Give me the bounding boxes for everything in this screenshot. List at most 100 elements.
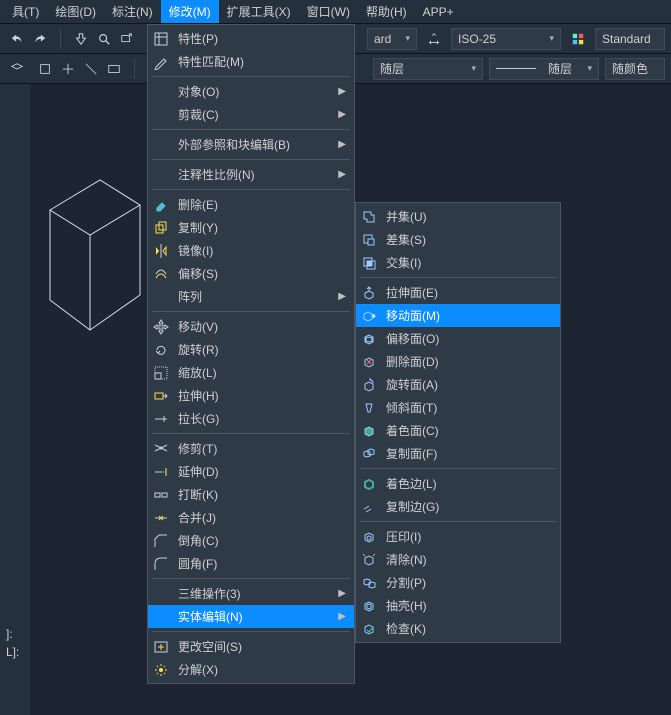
menu-item-subtract[interactable]: 差集(S) bbox=[356, 228, 560, 251]
menu-item-movef[interactable]: 移动面(M) bbox=[356, 304, 560, 327]
menu-item-deletef[interactable]: 删除面(D) bbox=[356, 350, 560, 373]
layer1-value: 随层 bbox=[380, 60, 404, 77]
menu-item-offsetf[interactable]: 偏移面(O) bbox=[356, 327, 560, 350]
menubar-item[interactable]: 标注(N) bbox=[104, 0, 161, 23]
redo-button[interactable] bbox=[29, 28, 51, 50]
text-style-dropdown[interactable]: Standard bbox=[595, 28, 665, 50]
menu-divider bbox=[360, 277, 556, 278]
menu-item-extend[interactable]: 延伸(D) bbox=[148, 460, 354, 483]
deletef-icon bbox=[360, 353, 378, 371]
color-dropdown[interactable]: 随颜色 bbox=[605, 58, 665, 80]
menubar-item[interactable]: 帮助(H) bbox=[358, 0, 415, 23]
menu-item-rotate[interactable]: 旋转(R) bbox=[148, 338, 354, 361]
menu-item-join[interactable]: 合并(J) bbox=[148, 506, 354, 529]
menu-item-rotatef[interactable]: 旋转面(A) bbox=[356, 373, 560, 396]
menu-divider bbox=[152, 578, 350, 579]
menu-item-label: 镜像(I) bbox=[178, 242, 346, 259]
menu-item-colore[interactable]: 着色边(L) bbox=[356, 472, 560, 495]
menubar-item[interactable]: 具(T) bbox=[4, 0, 47, 23]
menu-item-shell[interactable]: 抽壳(H) bbox=[356, 594, 560, 617]
modify-menu[interactable]: 特性(P) 特性匹配(M) 对象(O)▶剪裁(C)▶ 外部参照和块编辑(B)▶ 注释性比… bbox=[147, 24, 355, 684]
menu-item-taperf[interactable]: 倾斜面(T) bbox=[356, 396, 560, 419]
menu-item-union[interactable]: 并集(U) bbox=[356, 205, 560, 228]
menu-item-clean[interactable]: 清除(N) bbox=[356, 548, 560, 571]
menubar-item[interactable]: APP+ bbox=[415, 2, 462, 22]
menu-item-lengthen[interactable]: 拉长(G) bbox=[148, 407, 354, 430]
menu-item-label: 旋转(R) bbox=[178, 341, 346, 358]
menu-item-外部参照和块编辑(B)[interactable]: 外部参照和块编辑(B)▶ bbox=[148, 133, 354, 156]
wireframe-cube bbox=[30, 170, 150, 340]
menu-item-实体编辑(N)[interactable]: 实体编辑(N)▶ bbox=[148, 605, 354, 628]
pan-button[interactable] bbox=[70, 28, 92, 50]
menu-item-properties[interactable]: 特性(P) bbox=[148, 27, 354, 50]
solid-edit-submenu[interactable]: 并集(U)差集(S)交集(I) 拉伸面(E)移动面(M)偏移面(O)删除面(D)旋… bbox=[355, 202, 561, 643]
menu-item-三维操作(3)[interactable]: 三维操作(3)▶ bbox=[148, 582, 354, 605]
tb2-a[interactable] bbox=[34, 58, 56, 80]
command-line: ]: L]: bbox=[6, 625, 19, 661]
menu-item-chspace[interactable]: 更改空间(S) bbox=[148, 635, 354, 658]
menu-item-chamfer[interactable]: 倒角(C) bbox=[148, 529, 354, 552]
menu-item-stretch[interactable]: 拉伸(H) bbox=[148, 384, 354, 407]
menubar-item[interactable]: 绘图(D) bbox=[47, 0, 104, 23]
menu-item-erase[interactable]: 删除(E) bbox=[148, 193, 354, 216]
menu-item-copy[interactable]: 复制(Y) bbox=[148, 216, 354, 239]
movef-icon bbox=[360, 307, 378, 325]
menu-item-scale[interactable]: 缩放(L) bbox=[148, 361, 354, 384]
mirror-icon bbox=[152, 242, 170, 260]
break-icon bbox=[152, 486, 170, 504]
menu-item-intersect[interactable]: 交集(I) bbox=[356, 251, 560, 274]
imprint-icon bbox=[360, 528, 378, 546]
menu-item-break[interactable]: 打断(K) bbox=[148, 483, 354, 506]
dim-style-dropdown[interactable]: ISO-25▾ bbox=[451, 28, 561, 50]
vtb-1[interactable] bbox=[4, 88, 26, 110]
lineweight-dropdown[interactable]: 随层▾ bbox=[489, 58, 599, 80]
menubar-item[interactable]: 窗口(W) bbox=[299, 0, 358, 23]
erase-icon bbox=[152, 196, 170, 214]
tb2-d[interactable] bbox=[103, 58, 125, 80]
layer-icon[interactable] bbox=[6, 58, 28, 80]
menu-item-copyf[interactable]: 复制面(F) bbox=[356, 442, 560, 465]
layer-dropdown-1[interactable]: 随层▾ bbox=[373, 58, 483, 80]
menu-item-mirror[interactable]: 镜像(I) bbox=[148, 239, 354, 262]
menu-item-offset[interactable]: 偏移(S) bbox=[148, 262, 354, 285]
menu-item-fillet[interactable]: 圆角(F) bbox=[148, 552, 354, 575]
union-icon bbox=[360, 208, 378, 226]
menu-item-剪裁(C)[interactable]: 剪裁(C)▶ bbox=[148, 103, 354, 126]
zoom-window-button[interactable] bbox=[116, 28, 138, 50]
colore-icon bbox=[360, 475, 378, 493]
menu-item-matchprop[interactable]: 特性匹配(M) bbox=[148, 50, 354, 73]
menu-item-copye[interactable]: 复制边(G) bbox=[356, 495, 560, 518]
menu-item-imprint[interactable]: 压印(I) bbox=[356, 525, 560, 548]
submenu-arrow-icon: ▶ bbox=[338, 291, 346, 302]
zoom-extents-button[interactable] bbox=[93, 28, 115, 50]
menu-item-explode[interactable]: 分解(X) bbox=[148, 658, 354, 681]
menu-item-move[interactable]: 移动(V) bbox=[148, 315, 354, 338]
menu-item-colorf[interactable]: 着色面(C) bbox=[356, 419, 560, 442]
menu-item-check[interactable]: 检查(K) bbox=[356, 617, 560, 640]
menu-item-separate[interactable]: 分割(P) bbox=[356, 571, 560, 594]
intersect-icon bbox=[360, 254, 378, 272]
copy-icon bbox=[152, 219, 170, 237]
menu-item-label: 特性(P) bbox=[178, 30, 346, 47]
tb2-b[interactable] bbox=[57, 58, 79, 80]
separate-icon bbox=[360, 574, 378, 592]
menubar-item[interactable]: 修改(M) bbox=[161, 0, 219, 23]
tb2-c[interactable] bbox=[80, 58, 102, 80]
stretch-icon bbox=[152, 387, 170, 405]
menu-item-extrudef[interactable]: 拉伸面(E) bbox=[356, 281, 560, 304]
menu-item-对象(O)[interactable]: 对象(O)▶ bbox=[148, 80, 354, 103]
menu-item-label: 着色边(L) bbox=[386, 475, 552, 492]
text-style-icon[interactable] bbox=[567, 28, 589, 50]
undo-button[interactable] bbox=[6, 28, 28, 50]
menubar-item[interactable]: 扩展工具(X) bbox=[219, 0, 299, 23]
dim-style-icon[interactable] bbox=[423, 28, 445, 50]
menu-item-注释性比例(N)[interactable]: 注释性比例(N)▶ bbox=[148, 163, 354, 186]
menu-divider bbox=[360, 521, 556, 522]
menu-item-阵列[interactable]: 阵列▶ bbox=[148, 285, 354, 308]
submenu-arrow-icon: ▶ bbox=[338, 109, 346, 120]
menu-divider bbox=[152, 76, 350, 77]
menu-item-trim[interactable]: 修剪(T) bbox=[148, 437, 354, 460]
matchprop-icon bbox=[152, 53, 170, 71]
dropdown-generic[interactable]: ard▾ bbox=[367, 28, 417, 50]
menu-item-label: 拉长(G) bbox=[178, 410, 346, 427]
